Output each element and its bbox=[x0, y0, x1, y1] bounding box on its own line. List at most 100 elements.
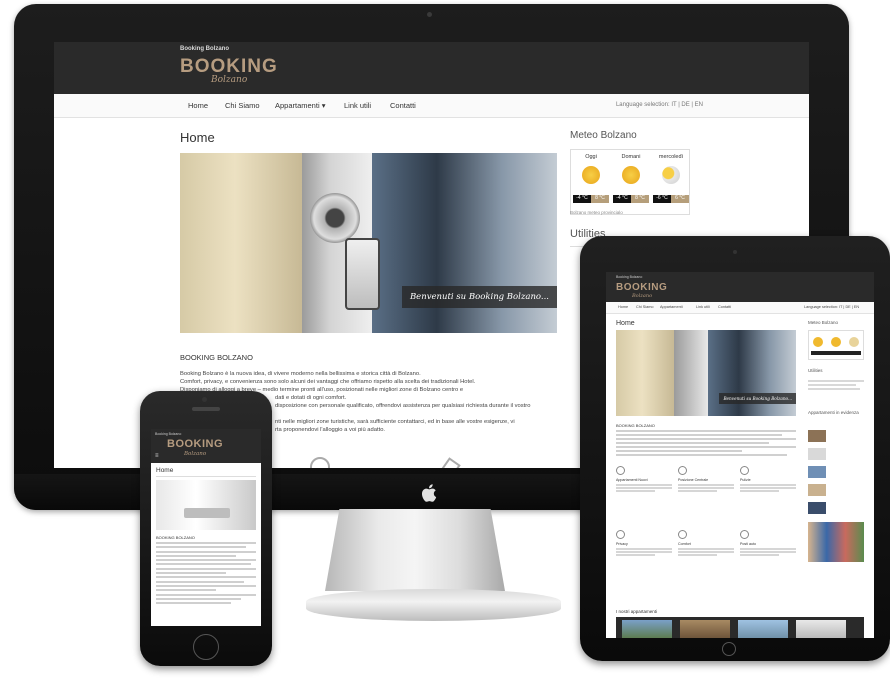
apartment-photo[interactable] bbox=[680, 620, 730, 638]
hero-image: Benvenuti su Booking Bolzano... bbox=[616, 330, 796, 416]
temperature-row bbox=[811, 351, 861, 355]
sun-icon bbox=[622, 166, 640, 184]
nav-item-link-utili[interactable]: Link utili bbox=[344, 101, 371, 110]
meteo-day-2: Domani -4 °C 8 °C bbox=[611, 150, 651, 216]
section-title: BOOKING BOLZANO bbox=[616, 423, 655, 428]
meteo-day-3: mercoledì -6 °C 6 °C bbox=[651, 150, 691, 216]
featured-apartment-thumb[interactable] bbox=[808, 430, 826, 442]
main-nav: Home Chi Siamo Appartamenti ▾ Link utili… bbox=[54, 94, 809, 118]
utility-link[interactable] bbox=[808, 388, 860, 390]
feature-new-apartments: Appartamenti Nuovi bbox=[616, 466, 672, 493]
home-button[interactable] bbox=[193, 634, 219, 660]
ipad-device: Booking Bolzano BOOKING Bolzano Home Chi… bbox=[580, 236, 890, 661]
feature-cleaning: Pulizie bbox=[740, 466, 796, 493]
language-selector[interactable]: Language selection: IT | DE | EN bbox=[804, 305, 859, 309]
featured-apartment-thumb[interactable] bbox=[808, 448, 826, 460]
apartments-carousel bbox=[616, 617, 864, 638]
nav-item-link-utili[interactable]: Link utili bbox=[696, 305, 710, 309]
temp-min: -6 °C bbox=[653, 195, 671, 203]
nav-item-chi-siamo[interactable]: Chi Siamo bbox=[636, 305, 654, 309]
hero-caption: Benvenuti su Booking Bolzano... bbox=[401, 286, 557, 308]
meteo-credit[interactable]: Bolzano meteo provincialo bbox=[570, 210, 623, 215]
temp-max: 8 °C bbox=[631, 195, 649, 203]
utility-link[interactable] bbox=[808, 384, 856, 386]
brand-logo[interactable]: BOOKING bbox=[616, 282, 667, 293]
nav-item-appartamenti[interactable]: Appartamenti ▾ bbox=[275, 101, 325, 110]
utilities-title: Utilities bbox=[808, 368, 823, 373]
temp-min: -4 °C bbox=[573, 195, 591, 203]
featured-apartment-thumb[interactable] bbox=[808, 502, 826, 514]
site-header: Booking Bolzano BOOKING Bolzano ≡ bbox=[151, 429, 261, 463]
temp-max: 6 °C bbox=[671, 195, 689, 203]
iphone-device: Booking Bolzano BOOKING Bolzano ≡ Home B… bbox=[140, 391, 272, 666]
utility-link[interactable] bbox=[808, 380, 864, 382]
camera-icon bbox=[733, 250, 737, 254]
hero-caption: Benvenuti su Booking Bolzano... bbox=[719, 393, 796, 404]
brand-subtitle: Bolzano bbox=[632, 293, 653, 299]
language-selector[interactable]: Language selection: IT | DE | EN bbox=[616, 102, 703, 108]
divider bbox=[156, 476, 256, 477]
apple-logo-icon bbox=[421, 484, 437, 502]
sun-icon bbox=[831, 337, 841, 347]
brand-logo[interactable]: BOOKING bbox=[167, 438, 223, 450]
section-title: BOOKING BOLZANO bbox=[156, 535, 195, 540]
site-small-title: Booking Bolzano bbox=[180, 46, 229, 52]
menu-icon[interactable]: ≡ bbox=[155, 453, 159, 459]
cleaning-icon bbox=[441, 457, 461, 468]
key-icon bbox=[345, 238, 380, 310]
apartments-title: I nostri appartamenti bbox=[616, 609, 658, 614]
meteo-day-label: Oggi bbox=[585, 154, 597, 160]
speaker-icon bbox=[192, 407, 220, 411]
meteo-day-label: Domani bbox=[621, 154, 641, 160]
featured-apartment-thumb[interactable] bbox=[808, 484, 826, 496]
meteo-title: Meteo Bolzano bbox=[808, 320, 839, 325]
ipad-screen: Booking Bolzano BOOKING Bolzano Home Chi… bbox=[606, 272, 874, 638]
meteo-widget: Oggi -4 °C 8 °C Domani -4 °C 8 °C mercoled… bbox=[570, 149, 690, 215]
meteo-widget bbox=[808, 330, 864, 360]
camera-icon bbox=[427, 12, 432, 17]
feature-title: Pulizie bbox=[740, 478, 751, 482]
intro-line: Booking Bolzano è la nuova idea, di vive… bbox=[180, 371, 421, 377]
section-title: BOOKING BOLZANO bbox=[180, 353, 253, 362]
feature-privacy: Privacy bbox=[616, 530, 672, 557]
nav-item-contatti[interactable]: Contatti bbox=[390, 101, 416, 110]
facebook-widget[interactable] bbox=[808, 522, 864, 562]
intro-text bbox=[156, 542, 256, 606]
site-small-title: Booking Bolzano bbox=[155, 432, 182, 436]
main-nav: Home Chi Siamo Appartamenti Link utili C… bbox=[606, 302, 874, 314]
feature-parking: Posti auto bbox=[740, 530, 796, 557]
brand-subtitle: Bolzano bbox=[184, 451, 207, 457]
page-title: Home bbox=[616, 320, 635, 327]
hero-image bbox=[156, 480, 256, 530]
nav-item-contatti[interactable]: Contatti bbox=[718, 305, 731, 309]
broom-icon bbox=[740, 466, 749, 475]
nav-item-home[interactable]: Home bbox=[188, 101, 208, 110]
nav-item-chi-siamo[interactable]: Chi Siamo bbox=[225, 101, 260, 110]
feature-central-location: Posizione Centrale bbox=[678, 466, 734, 493]
intro-line: Comfort, privacy, e convenienza sono sol… bbox=[180, 379, 476, 385]
apartment-photo[interactable] bbox=[738, 620, 788, 638]
sun-icon bbox=[813, 337, 823, 347]
meteo-day-1: Oggi -4 °C 8 °C bbox=[571, 150, 611, 216]
temp-min: -4 °C bbox=[613, 195, 631, 203]
featured-apartment-thumb[interactable] bbox=[808, 466, 826, 478]
hero-wall bbox=[180, 153, 302, 333]
position-icon bbox=[310, 457, 330, 468]
target-icon bbox=[678, 466, 687, 475]
nav-item-home[interactable]: Home bbox=[618, 305, 628, 309]
nav-item-appartamenti[interactable]: Appartamenti bbox=[660, 305, 683, 309]
car-icon bbox=[740, 530, 749, 539]
iphone-screen: Booking Bolzano BOOKING Bolzano ≡ Home B… bbox=[151, 429, 261, 626]
site-small-title: Booking Bolzano bbox=[616, 275, 643, 279]
lock-icon bbox=[310, 193, 360, 243]
home-button[interactable] bbox=[722, 642, 736, 656]
page-title: Home bbox=[180, 130, 215, 145]
hero-door bbox=[674, 330, 708, 416]
apartment-photo[interactable] bbox=[622, 620, 672, 638]
brand-subtitle: Bolzano bbox=[211, 75, 248, 85]
hero-wall bbox=[616, 330, 674, 416]
apartment-photo[interactable] bbox=[796, 620, 846, 638]
partly-cloudy-icon bbox=[662, 166, 680, 184]
feature-title: Appartamenti Nuovi bbox=[616, 478, 648, 482]
imac-stand bbox=[325, 509, 505, 591]
